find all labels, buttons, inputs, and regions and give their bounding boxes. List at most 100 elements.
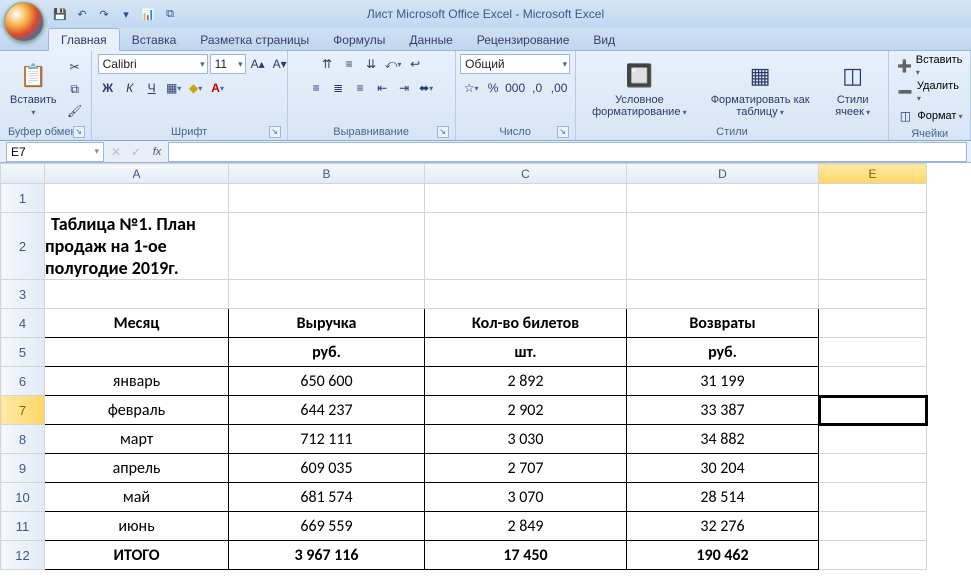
tab-insert[interactable]: Вставка bbox=[120, 29, 189, 50]
currency-icon[interactable]: ☆ bbox=[461, 78, 481, 98]
comma-icon[interactable]: 000 bbox=[505, 78, 525, 98]
col-header-D[interactable]: D bbox=[627, 164, 819, 184]
fx-icon[interactable]: fx bbox=[146, 146, 168, 158]
row-header-4[interactable]: 4 bbox=[1, 309, 45, 338]
wrap-text-icon[interactable]: ↩ bbox=[405, 54, 425, 74]
tab-layout[interactable]: Разметка страницы bbox=[188, 29, 321, 50]
font-name-combo[interactable]: Calibri bbox=[98, 54, 208, 74]
align-middle-icon[interactable]: ≡ bbox=[339, 54, 359, 74]
inc-decimal-icon[interactable]: ,0 bbox=[527, 78, 547, 98]
cell-C12[interactable]: 17 450 bbox=[425, 541, 627, 570]
align-center-icon[interactable]: ≣ bbox=[328, 78, 348, 98]
cell-E3[interactable] bbox=[819, 280, 927, 309]
cell-D1[interactable] bbox=[627, 184, 819, 213]
cell-B6[interactable]: 650 600 bbox=[229, 367, 425, 396]
italic-button[interactable]: К bbox=[120, 78, 140, 98]
tab-formulas[interactable]: Формулы bbox=[321, 29, 397, 50]
cell-E2[interactable] bbox=[819, 213, 927, 280]
cell-D4[interactable]: Возвраты bbox=[627, 309, 819, 338]
cell-A6[interactable]: январь bbox=[45, 367, 229, 396]
cut-icon[interactable]: ✂ bbox=[65, 57, 85, 77]
cell-E9[interactable] bbox=[819, 454, 927, 483]
cell-D2[interactable] bbox=[627, 213, 819, 280]
underline-button[interactable]: Ч bbox=[142, 78, 162, 98]
cell-E1[interactable] bbox=[819, 184, 927, 213]
cell-E6[interactable] bbox=[819, 367, 927, 396]
dec-decimal-icon[interactable]: ,00 bbox=[549, 78, 569, 98]
row-header-3[interactable]: 3 bbox=[1, 280, 45, 309]
cell-B2[interactable] bbox=[229, 213, 425, 280]
qat-more-icon[interactable]: ▾ bbox=[118, 6, 134, 22]
cell-D11[interactable]: 32 276 bbox=[627, 512, 819, 541]
format-cells-button[interactable]: ◫Формат bbox=[895, 106, 962, 126]
save-icon[interactable]: 💾 bbox=[52, 6, 68, 22]
row-header-2[interactable]: 2 bbox=[1, 213, 45, 280]
align-right-icon[interactable]: ≡ bbox=[350, 78, 370, 98]
cell-D9[interactable]: 30 204 bbox=[627, 454, 819, 483]
undo-icon[interactable]: ↶ bbox=[74, 6, 90, 22]
office-button[interactable] bbox=[4, 2, 44, 42]
cell-B4[interactable]: Выручка bbox=[229, 309, 425, 338]
grow-font-icon[interactable]: A▴ bbox=[248, 54, 268, 74]
format-as-table-button[interactable]: ▦Форматировать как таблицу bbox=[701, 58, 819, 120]
chart-icon[interactable]: 📊 bbox=[140, 6, 156, 22]
col-header-E[interactable]: E bbox=[819, 164, 927, 184]
indent-dec-icon[interactable]: ⇤ bbox=[372, 78, 392, 98]
cell-A12[interactable]: ИТОГО bbox=[45, 541, 229, 570]
cell-C11[interactable]: 2 849 bbox=[425, 512, 627, 541]
cell-A4[interactable]: Месяц bbox=[45, 309, 229, 338]
tab-home[interactable]: Главная bbox=[48, 28, 120, 51]
paste-button[interactable]: 📋 Вставить bbox=[6, 58, 61, 120]
cell-A8[interactable]: март bbox=[45, 425, 229, 454]
cell-A9[interactable]: апрель bbox=[45, 454, 229, 483]
cell-B3[interactable] bbox=[229, 280, 425, 309]
cell-C6[interactable]: 2 892 bbox=[425, 367, 627, 396]
cell-C7[interactable]: 2 902 bbox=[425, 396, 627, 425]
fill-color-button[interactable]: ◆ bbox=[186, 78, 206, 98]
border-button[interactable]: ▦ bbox=[164, 78, 184, 98]
row-header-6[interactable]: 6 bbox=[1, 367, 45, 396]
row-header-7[interactable]: 7 bbox=[1, 396, 45, 425]
cell-A3[interactable] bbox=[45, 280, 229, 309]
row-header-5[interactable]: 5 bbox=[1, 338, 45, 367]
cell-D7[interactable]: 33 387 bbox=[627, 396, 819, 425]
spreadsheet-grid[interactable]: A B C D E 12Таблица №1. План продаж на 1… bbox=[0, 163, 971, 570]
redo-icon[interactable]: ↷ bbox=[96, 6, 112, 22]
cell-D3[interactable] bbox=[627, 280, 819, 309]
number-format-combo[interactable]: Общий bbox=[460, 54, 570, 74]
tab-view[interactable]: Вид bbox=[581, 29, 627, 50]
delete-cells-button[interactable]: ➖Удалить bbox=[895, 80, 964, 104]
conditional-formatting-button[interactable]: 🔲Условное форматирование bbox=[582, 58, 698, 120]
name-box[interactable]: E7 bbox=[6, 142, 104, 162]
cell-A5[interactable] bbox=[45, 338, 229, 367]
cell-D6[interactable]: 31 199 bbox=[627, 367, 819, 396]
align-left-icon[interactable]: ≡ bbox=[306, 78, 326, 98]
cell-A7[interactable]: февраль bbox=[45, 396, 229, 425]
cell-C9[interactable]: 2 707 bbox=[425, 454, 627, 483]
row-header-1[interactable]: 1 bbox=[1, 184, 45, 213]
cell-B12[interactable]: 3 967 116 bbox=[229, 541, 425, 570]
col-header-A[interactable]: A bbox=[45, 164, 229, 184]
pivot-icon[interactable]: ⧉ bbox=[162, 6, 178, 22]
row-header-12[interactable]: 12 bbox=[1, 541, 45, 570]
formula-input[interactable] bbox=[168, 142, 967, 162]
cell-B5[interactable]: руб. bbox=[229, 338, 425, 367]
merge-icon[interactable]: ⬌ bbox=[416, 78, 436, 98]
format-painter-icon[interactable]: 🖌 bbox=[65, 101, 85, 121]
cell-C8[interactable]: 3 030 bbox=[425, 425, 627, 454]
bold-button[interactable]: Ж bbox=[98, 78, 118, 98]
cell-E4[interactable] bbox=[819, 309, 927, 338]
cell-B7[interactable]: 644 237 bbox=[229, 396, 425, 425]
orientation-icon[interactable]: ⤺ bbox=[383, 54, 403, 74]
shrink-font-icon[interactable]: A▾ bbox=[270, 54, 290, 74]
cell-E7[interactable] bbox=[819, 396, 927, 425]
cell-A11[interactable]: июнь bbox=[45, 512, 229, 541]
cell-B1[interactable] bbox=[229, 184, 425, 213]
copy-icon[interactable]: ⧉ bbox=[65, 79, 85, 99]
cell-E11[interactable] bbox=[819, 512, 927, 541]
number-launcher[interactable]: ↘ bbox=[557, 126, 569, 138]
cell-styles-button[interactable]: ◫Стили ячеек bbox=[823, 58, 882, 120]
row-header-9[interactable]: 9 bbox=[1, 454, 45, 483]
enter-icon[interactable]: ✓ bbox=[126, 142, 146, 162]
cancel-icon[interactable]: ✕ bbox=[106, 142, 126, 162]
